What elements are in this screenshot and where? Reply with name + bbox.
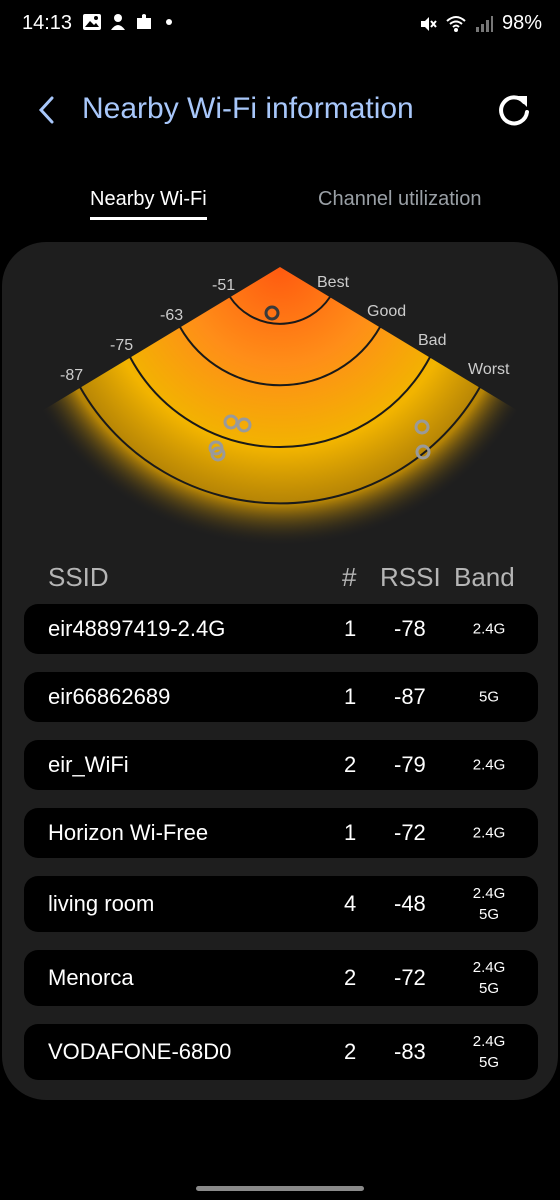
network-band: 5G xyxy=(454,687,524,708)
column-header-rssi: RSSI xyxy=(380,562,441,592)
network-row[interactable]: eir_WiFi 2 -79 2.4G xyxy=(24,740,538,790)
network-ssid: living room xyxy=(48,891,155,916)
notification-icon xyxy=(111,14,125,30)
refresh-icon xyxy=(499,95,529,126)
column-header-count: # xyxy=(342,562,357,592)
network-row[interactable]: eir48897419-2.4G 1 -78 2.4G xyxy=(24,604,538,654)
quality-label: Good xyxy=(367,303,406,320)
network-band: 2.4G 5G xyxy=(454,1031,524,1073)
ring-label: -51 xyxy=(212,277,235,294)
status-left-icons xyxy=(82,12,172,32)
tab-nearby-wifi[interactable]: Nearby Wi-Fi xyxy=(90,188,207,220)
network-band: 2.4G 5G xyxy=(454,883,524,925)
network-rssi: -72 xyxy=(394,820,426,845)
battery-level: 98% xyxy=(501,12,542,34)
network-ssid: eir66862689 xyxy=(48,684,171,709)
network-band: 2.4G 5G xyxy=(454,957,524,999)
network-count: 1 xyxy=(344,684,357,709)
ring-label: -75 xyxy=(110,337,133,354)
band-label: 5G xyxy=(478,688,499,706)
network-ssid: Menorca xyxy=(48,965,134,990)
network-ssid: Horizon Wi-Free xyxy=(48,820,209,845)
network-row[interactable]: eir66862689 1 -87 5G xyxy=(24,672,538,722)
network-count: 1 xyxy=(344,820,357,845)
refresh-button[interactable] xyxy=(494,90,534,130)
network-row[interactable]: Menorca 2 -72 2.4G 5G xyxy=(24,950,538,1006)
band-label: 5G xyxy=(478,906,499,923)
status-time: 14:13 xyxy=(22,12,73,34)
table-header: SSID # RSSI Band xyxy=(2,562,558,602)
band-label: 2.4G xyxy=(472,824,506,842)
quality-label: Bad xyxy=(418,332,446,349)
quality-label: Best xyxy=(317,274,350,291)
network-band: 2.4G xyxy=(454,619,524,640)
network-count: 2 xyxy=(344,752,357,777)
tab-channel-utilization[interactable]: Channel utilization xyxy=(318,188,481,211)
band-label: 5G xyxy=(478,980,499,997)
back-button[interactable] xyxy=(28,90,64,130)
quality-label: Worst xyxy=(468,361,510,378)
network-count: 1 xyxy=(344,616,357,641)
status-dot xyxy=(166,19,172,25)
network-rssi: -83 xyxy=(394,1039,426,1064)
network-ssid: eir_WiFi xyxy=(48,752,129,777)
network-row[interactable]: Horizon Wi-Free 1 -72 2.4G xyxy=(24,808,538,858)
network-count: 4 xyxy=(344,891,357,916)
column-header-ssid: SSID xyxy=(48,562,109,592)
band-label: 5G xyxy=(478,1054,499,1071)
signal-icon xyxy=(475,15,493,32)
tab-bar: Nearby Wi-Fi Channel utilization xyxy=(0,180,560,230)
network-rssi: -79 xyxy=(394,752,426,777)
network-ssid: VODAFONE-68D0 xyxy=(48,1039,232,1064)
ring-label: -87 xyxy=(60,367,83,384)
mute-icon xyxy=(420,16,437,31)
app-header: Nearby Wi-Fi information xyxy=(0,80,560,140)
back-chevron-icon xyxy=(38,96,54,124)
network-row[interactable]: living room 4 -48 2.4G 5G xyxy=(24,876,538,932)
band-label: 2.4G xyxy=(472,620,506,638)
wifi-card: -51 -63 -75 -87 Best Good Bad Worst SSID… xyxy=(2,242,558,1100)
band-label: 2.4G xyxy=(472,885,506,902)
network-rssi: -72 xyxy=(394,965,426,990)
gallery-icon xyxy=(83,14,101,30)
signal-radar: -51 -63 -75 -87 Best Good Bad Worst xyxy=(2,267,558,562)
status-right-icons: 98% xyxy=(418,12,542,35)
page-title: Nearby Wi-Fi information xyxy=(82,92,414,125)
network-rssi: -48 xyxy=(394,891,426,916)
home-indicator[interactable] xyxy=(196,1186,364,1191)
network-row[interactable]: VODAFONE-68D0 2 -83 2.4G 5G xyxy=(24,1024,538,1080)
wifi-icon xyxy=(446,15,466,32)
network-ssid: eir48897419-2.4G xyxy=(48,616,226,641)
network-band: 2.4G xyxy=(454,755,524,776)
band-label: 2.4G xyxy=(472,1033,506,1050)
ring-label: -63 xyxy=(160,307,183,324)
network-rssi: -87 xyxy=(394,684,426,709)
band-label: 2.4G xyxy=(472,756,506,774)
network-rssi: -78 xyxy=(394,616,426,641)
network-band: 2.4G xyxy=(454,823,524,844)
column-header-band: Band xyxy=(454,562,515,592)
status-bar: 14:13 98% xyxy=(0,0,560,48)
band-label: 2.4G xyxy=(472,959,506,976)
network-count: 2 xyxy=(344,965,357,990)
puzzle-icon xyxy=(137,14,151,29)
network-count: 2 xyxy=(344,1039,357,1064)
